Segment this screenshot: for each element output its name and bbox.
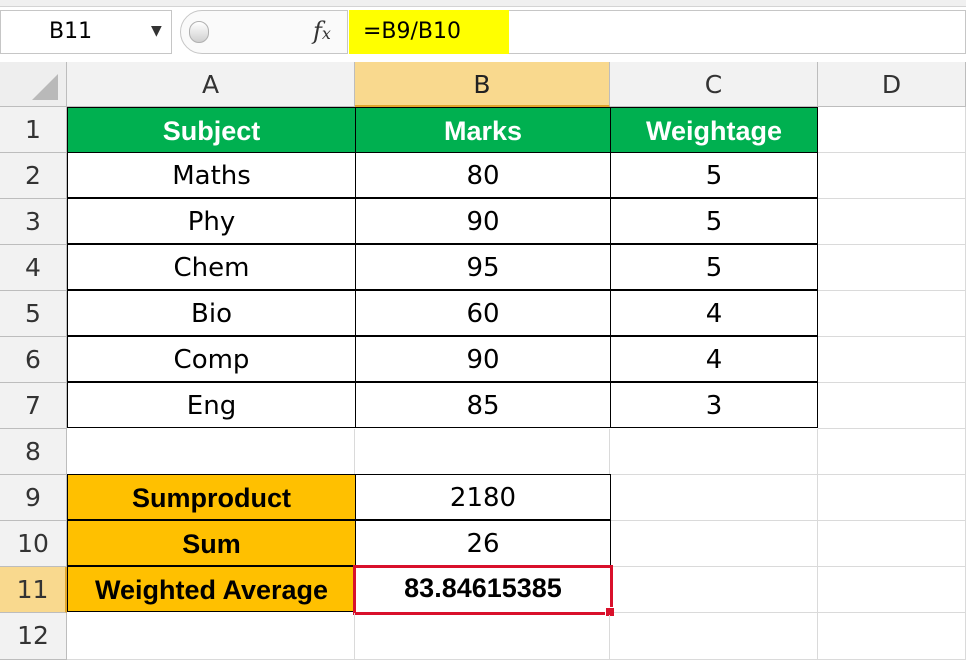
cell-c8[interactable] [610,429,818,475]
cell-c7[interactable]: 3 [610,382,818,428]
column-header-b[interactable]: B [355,62,610,107]
cell-b10[interactable]: 26 [355,520,611,566]
cell-a4[interactable]: Chem [67,244,356,290]
cell-d5[interactable] [818,291,966,337]
cell-d12[interactable] [818,613,966,660]
name-box-value: B11 [49,19,93,44]
formula-input-area[interactable] [509,10,966,54]
cell-d2[interactable] [818,153,966,199]
cell-b4[interactable]: 95 [355,244,611,290]
cell-b6[interactable]: 90 [355,336,611,382]
row-header-5[interactable]: 5 [0,291,67,337]
row-header-11[interactable]: 11 [0,567,67,613]
cell-c5[interactable]: 4 [610,290,818,336]
cell-b7[interactable]: 85 [355,382,611,428]
cell-c11[interactable] [614,567,818,613]
insert-function-icon[interactable]: fx [313,17,331,45]
cell-b12[interactable] [355,615,610,660]
chevron-down-icon[interactable]: ▼ [151,23,162,39]
row-header-9[interactable]: 9 [0,475,67,521]
cell-a10[interactable]: Sum [67,520,356,566]
select-all-icon [32,74,58,100]
row-header-1[interactable]: 1 [0,107,67,153]
row-header-10[interactable]: 10 [0,521,67,567]
cell-b2[interactable]: 80 [355,152,611,198]
cell-a1[interactable]: Subject [67,107,356,153]
cell-d7[interactable] [818,383,966,429]
row-header-6[interactable]: 6 [0,337,67,383]
cell-b8[interactable] [355,429,610,475]
row-header-3[interactable]: 3 [0,199,67,245]
cell-b1[interactable]: Marks [355,107,611,153]
cell-c12[interactable] [610,613,818,660]
ribbon-edge [0,0,966,7]
row-header-2[interactable]: 2 [0,153,67,199]
cell-c2[interactable]: 5 [610,152,818,198]
row-header-7[interactable]: 7 [0,383,67,429]
column-header-c[interactable]: C [610,62,818,107]
select-all-button[interactable] [0,62,67,107]
cell-a12[interactable] [67,613,355,660]
cell-d1[interactable] [818,107,966,153]
row-header-8[interactable]: 8 [0,429,67,475]
cell-c6[interactable]: 4 [610,336,818,382]
cell-c1[interactable]: Weightage [610,107,818,153]
cell-a8[interactable] [67,429,355,475]
cell-a7[interactable]: Eng [67,382,356,428]
cell-b9[interactable]: 2180 [355,474,611,520]
column-header-d[interactable]: D [818,62,966,107]
cell-c10[interactable] [610,521,818,567]
cell-b5[interactable]: 60 [355,290,611,336]
name-box[interactable]: B11 ▼ [0,10,172,54]
cell-a9[interactable]: Sumproduct [67,474,356,520]
cell-a6[interactable]: Comp [67,336,356,382]
row-header-12[interactable]: 12 [0,613,67,660]
row-header-4[interactable]: 4 [0,245,67,291]
cell-d4[interactable] [818,245,966,291]
cell-c4[interactable]: 5 [610,244,818,290]
cell-a3[interactable]: Phy [67,198,356,244]
cell-a5[interactable]: Bio [67,290,356,336]
cell-d9[interactable] [818,475,966,521]
formula-bar: B11 ▼ fx =B9/B10 [0,0,966,63]
cell-a2[interactable]: Maths [67,152,356,198]
cell-d8[interactable] [818,429,966,475]
cell-b11-selected[interactable]: 83.84615385 [353,565,613,615]
column-header-a[interactable]: A [67,62,355,107]
cell-d11[interactable] [818,567,966,613]
resize-handle[interactable] [189,21,209,43]
cell-c3[interactable]: 5 [610,198,818,244]
cell-d3[interactable] [818,199,966,245]
cell-b3[interactable]: 90 [355,198,611,244]
cell-a11[interactable]: Weighted Average [67,566,356,612]
formula-bar-controls: fx [180,10,348,54]
cell-c9[interactable] [610,475,818,521]
formula-input[interactable]: =B9/B10 [349,10,509,54]
cell-d10[interactable] [818,521,966,567]
cell-d6[interactable] [818,337,966,383]
